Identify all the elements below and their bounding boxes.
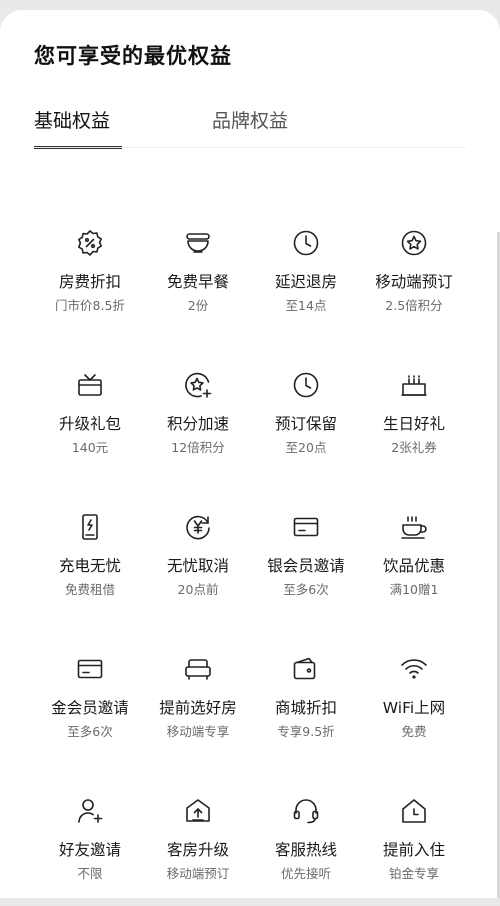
benefit-name: 银会员邀请 xyxy=(267,557,345,575)
benefit-item[interactable]: 升级礼包 140元 xyxy=(35,370,145,480)
benefit-tabs: 基础权益 品牌权益 xyxy=(34,106,466,150)
benefit-item[interactable]: 好友邀请 不限 xyxy=(35,796,145,906)
house-clock-icon xyxy=(399,796,429,826)
benefit-desc: 2张礼券 xyxy=(391,440,437,455)
tab-brand-benefits[interactable]: 品牌权益 xyxy=(212,106,288,133)
benefit-desc: 至14点 xyxy=(285,298,327,313)
gift-box-icon xyxy=(75,370,105,400)
coffee-cup-icon xyxy=(399,512,429,542)
benefit-name: 饮品优惠 xyxy=(382,557,445,575)
benefit-desc: 不限 xyxy=(77,866,103,881)
benefit-name: 充电无忧 xyxy=(58,557,121,575)
benefit-name: 移动端预订 xyxy=(375,273,453,291)
breakfast-bowl-icon xyxy=(183,228,213,258)
benefit-name: 生日好礼 xyxy=(382,415,445,433)
benefit-name: 商城折扣 xyxy=(274,699,337,717)
benefit-name: 免费早餐 xyxy=(166,273,229,291)
benefit-desc: 免费租借 xyxy=(64,582,115,597)
benefit-item[interactable]: 商城折扣专享9.5折 xyxy=(251,654,361,764)
birthday-cake-icon xyxy=(399,370,429,400)
benefit-desc: 140元 xyxy=(71,440,109,455)
benefit-desc: 门市价8.5折 xyxy=(55,298,125,313)
add-user-icon xyxy=(75,796,105,826)
benefit-desc: 2.5倍积分 xyxy=(385,298,443,313)
star-plus-icon xyxy=(183,370,213,400)
benefit-item[interactable]: 金会员邀请至多6次 xyxy=(35,654,145,764)
clock-icon xyxy=(291,370,321,400)
benefit-name: 客房升级 xyxy=(166,841,229,859)
star-badge-icon xyxy=(399,228,429,258)
wifi-icon xyxy=(399,654,429,684)
benefit-desc: 移动端预订 xyxy=(166,866,230,881)
benefit-desc: 满10赠1 xyxy=(389,582,439,597)
room-upgrade-icon xyxy=(183,796,213,826)
benefit-item[interactable]: 生日好礼 2张礼券 xyxy=(359,370,469,480)
benefit-item[interactable]: 充电无忧 免费租借 xyxy=(35,512,145,622)
benefit-desc: 优先接听 xyxy=(280,866,331,881)
benefit-item[interactable]: 银会员邀请至多6次 xyxy=(251,512,361,622)
benefit-item[interactable]: 客服热线 优先接听 xyxy=(251,796,361,906)
yen-refresh-icon xyxy=(183,512,213,542)
benefit-desc: 至多6次 xyxy=(283,582,329,597)
benefit-item[interactable]: 预订保留至20点 xyxy=(251,370,361,480)
benefit-item[interactable]: 提前入住 铂金专享 xyxy=(359,796,469,906)
benefit-name: 提前入住 xyxy=(382,841,445,859)
benefit-desc: 铂金专享 xyxy=(388,866,439,881)
benefit-name: 预订保留 xyxy=(274,415,337,433)
benefit-desc: 至20点 xyxy=(285,440,327,455)
tab-basic-benefits[interactable]: 基础权益 xyxy=(34,106,110,133)
benefit-desc: 2份 xyxy=(187,298,209,313)
benefit-item[interactable]: 饮品优惠满10赠1 xyxy=(359,512,469,622)
benefit-item[interactable]: 房费折扣门市价8.5折 xyxy=(35,228,145,338)
benefit-desc: 12倍积分 xyxy=(171,440,225,455)
benefit-item[interactable]: 积分加速 12倍积分 xyxy=(143,370,253,480)
benefit-name: 客服热线 xyxy=(274,841,337,859)
benefit-item[interactable]: WiFi上网 免费 xyxy=(359,654,469,764)
benefit-desc: 20点前 xyxy=(177,582,219,597)
benefit-name: 好友邀请 xyxy=(58,841,121,859)
bed-icon xyxy=(183,654,213,684)
benefit-item[interactable]: 移动端预订 2.5倍积分 xyxy=(359,228,469,338)
benefit-item[interactable]: 无忧取消 20点前 xyxy=(143,512,253,622)
discount-badge-icon xyxy=(75,228,105,258)
member-card-icon xyxy=(291,512,321,542)
benefit-desc: 免费 xyxy=(401,724,427,739)
benefit-item[interactable]: 免费早餐 2份 xyxy=(143,228,253,338)
benefit-name: 积分加速 xyxy=(166,415,229,433)
benefit-item[interactable]: 延迟退房至14点 xyxy=(251,228,361,338)
member-card-icon xyxy=(75,654,105,684)
benefit-item[interactable]: 客房升级 移动端预订 xyxy=(143,796,253,906)
page-title: 您可享受的最优权益 xyxy=(34,44,232,68)
benefit-name: 延迟退房 xyxy=(274,273,337,291)
benefit-name: 金会员邀请 xyxy=(51,699,129,717)
benefit-name: 无忧取消 xyxy=(166,557,229,575)
headset-icon xyxy=(291,796,321,826)
benefit-name: WiFi上网 xyxy=(382,699,446,717)
wallet-tag-icon xyxy=(291,654,321,684)
benefit-desc: 移动端专享 xyxy=(166,724,230,739)
benefit-name: 升级礼包 xyxy=(58,415,121,433)
tabs-divider xyxy=(34,147,466,148)
benefit-name: 提前选好房 xyxy=(159,699,237,717)
benefit-item[interactable]: 提前选好房移动端专享 xyxy=(143,654,253,764)
power-bank-icon xyxy=(75,512,105,542)
clock-icon xyxy=(291,228,321,258)
benefit-desc: 专享9.5折 xyxy=(277,724,335,739)
benefit-desc: 至多6次 xyxy=(67,724,113,739)
benefit-name: 房费折扣 xyxy=(58,273,121,291)
